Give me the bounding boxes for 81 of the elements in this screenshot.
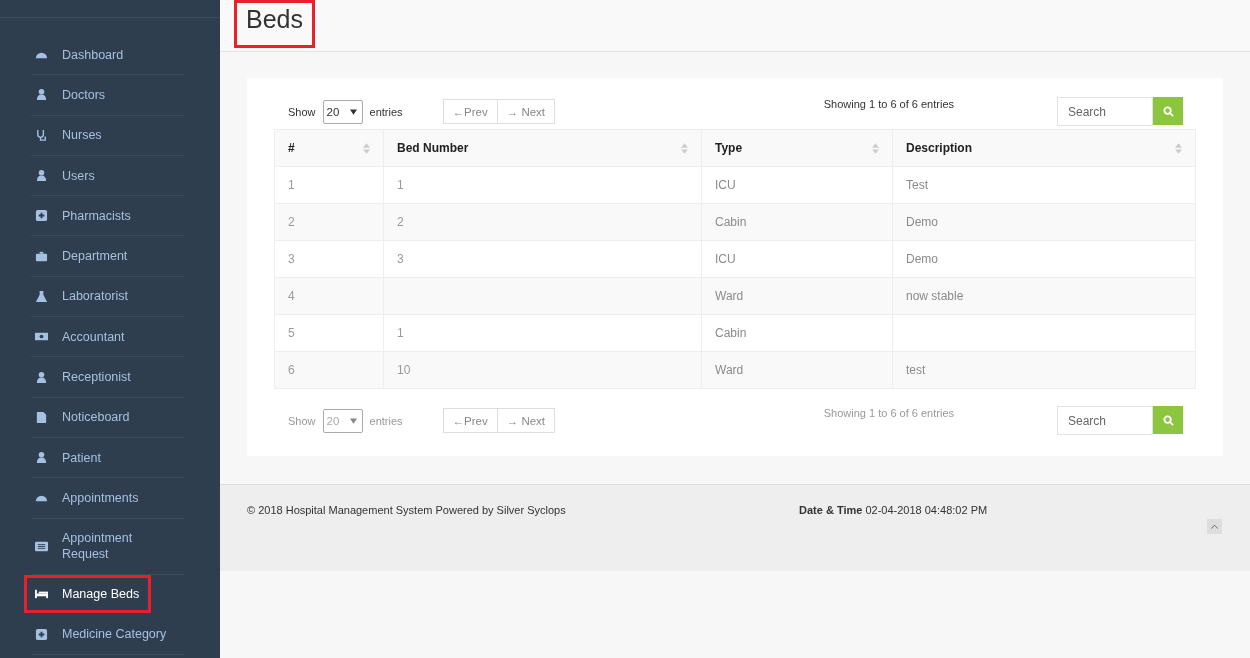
column-header[interactable]: # (274, 129, 384, 167)
table-cell: 2 (288, 215, 295, 229)
table-cell: 3 (288, 252, 295, 266)
search-field[interactable]: Search (1057, 97, 1153, 126)
search-icon (1162, 105, 1174, 117)
column-header[interactable]: Type (701, 129, 893, 167)
list-icon (35, 539, 48, 553)
table-cell: 1 (288, 178, 295, 192)
flask-icon (35, 289, 48, 303)
date-time-text: Date & Time 02-04-2018 04:48:02 PM (799, 504, 988, 516)
table-cell: Demo (906, 252, 938, 266)
table-cell: ICU (715, 252, 736, 266)
sidebar-item[interactable]: Doctors (31, 75, 184, 116)
person-icon (35, 370, 48, 384)
search-icon (1162, 414, 1174, 426)
sidebar-item[interactable]: Noticeboard (31, 397, 184, 438)
briefcase-icon (35, 249, 48, 263)
sidebar-item[interactable]: Medicine Category (31, 614, 184, 655)
sidebar-item[interactable]: Patient (31, 437, 184, 479)
next-button[interactable]: → Next (497, 99, 556, 124)
table-cell: Cabin (715, 326, 747, 340)
user-icon (35, 169, 48, 183)
sort-icon (363, 142, 370, 154)
table-cell: 4 (288, 289, 295, 303)
sidebar-item[interactable]: Manage Beds (24, 574, 151, 613)
table-cell: Ward (715, 289, 744, 303)
sidebar-item[interactable]: Nurses (31, 115, 184, 156)
table-cell: 10 (397, 363, 411, 377)
table-cell: 2 (397, 215, 404, 229)
prev-button[interactable]: ←Prev (442, 99, 498, 124)
entries-label: entries (369, 105, 403, 118)
table-cell: Cabin (715, 215, 747, 229)
search-field[interactable]: Search (1057, 406, 1153, 435)
table-cell: Test (906, 178, 928, 192)
document-icon (35, 410, 48, 424)
scroll-top-button[interactable] (1207, 519, 1222, 534)
table-cell: 1 (397, 178, 404, 192)
sort-icon (681, 142, 688, 154)
stethoscope-icon (35, 128, 48, 142)
sidebar-item[interactable]: Appointment Request (31, 518, 184, 575)
table-cell: test (906, 363, 926, 377)
sidebar-item[interactable]: Users (31, 155, 184, 197)
table-cell: 5 (288, 326, 295, 340)
plus-square-icon (35, 209, 48, 223)
show-label: Show (288, 105, 316, 118)
caret-up-icon (1211, 524, 1218, 529)
bed-icon (35, 587, 48, 601)
entries-info: Showing 1 to 6 of 6 entries (823, 407, 954, 419)
person-icon (35, 451, 48, 465)
search-button[interactable] (1153, 97, 1183, 125)
prev-button[interactable]: ←Prev (442, 408, 498, 433)
user-icon (35, 88, 48, 102)
table-cell: Ward (715, 363, 744, 377)
table-cell: 3 (397, 252, 404, 266)
sidebar-item[interactable]: Department (31, 236, 184, 277)
table-cell: 1 (397, 326, 404, 340)
table-cell: ICU (715, 178, 736, 192)
sort-icon (872, 142, 879, 154)
table-cell: Demo (906, 215, 938, 229)
caret-icon (349, 417, 357, 424)
page-size-select[interactable]: 20 (322, 99, 363, 124)
sort-icon (1175, 142, 1182, 154)
caret-icon (349, 108, 357, 115)
page-title: Beds (234, 0, 315, 48)
sidebar-item[interactable]: Receptionist (31, 357, 184, 398)
search-button[interactable] (1153, 406, 1183, 434)
sidebar-item[interactable]: Pharmacists (31, 196, 184, 237)
copyright-text: © 2018 Hospital Management System Powered by Silver Syclops (247, 504, 567, 516)
sidebar-item[interactable]: Appointments (31, 478, 184, 519)
column-header[interactable]: Description (892, 129, 1196, 167)
show-label: Show (288, 414, 316, 427)
table-cell: now stable (906, 289, 964, 303)
entries-label: entries (369, 414, 403, 427)
plus-square-icon (35, 627, 48, 641)
sidebar-item[interactable]: Accountant (31, 317, 184, 358)
sidebar-item[interactable]: Laboratorist (31, 276, 184, 318)
column-header[interactable]: Bed Number (383, 129, 702, 167)
table-cell: 6 (288, 363, 295, 377)
next-button[interactable]: → Next (497, 408, 556, 433)
sidebar-item[interactable]: Dashboard (31, 35, 184, 76)
entries-info: Showing 1 to 6 of 6 entries (823, 98, 954, 110)
